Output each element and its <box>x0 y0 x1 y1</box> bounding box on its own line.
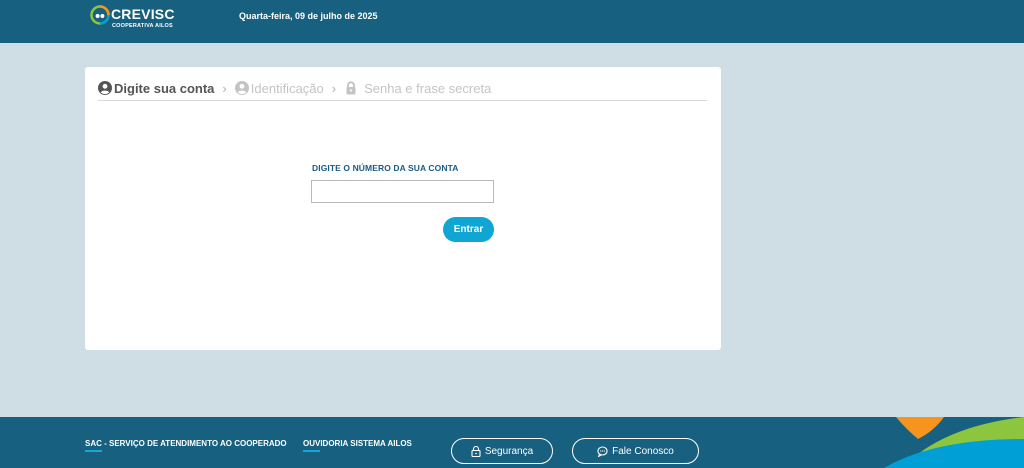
login-steps: Digite sua conta › Identificação › Senha… <box>98 76 707 101</box>
current-date: Quarta-feira, 09 de julho de 2025 <box>239 11 378 21</box>
top-header: CREVISC COOPERATIVA AILOS Quarta-feira, … <box>0 0 1024 43</box>
step-identification: Identificação <box>234 80 324 96</box>
lock-icon <box>471 445 481 457</box>
step-account-label: Digite sua conta <box>114 80 215 96</box>
step-password-label: Senha e frase secreta <box>364 80 492 96</box>
footer: SAC - SERVIÇO DE ATENDIMENTO AO COOPERAD… <box>0 417 1024 468</box>
step-password: Senha e frase secreta <box>344 81 491 96</box>
crevisc-logo[interactable]: CREVISC COOPERATIVA AILOS <box>90 5 180 31</box>
ouvidoria-link-underline <box>303 450 320 452</box>
crevisc-logo-icon <box>90 5 110 25</box>
account-number-input[interactable] <box>311 180 494 203</box>
contact-button-label: Fale Conosco <box>612 445 674 457</box>
account-number-label: DIGITE O NÚMERO DA SUA CONTA <box>312 163 459 173</box>
step-identification-label: Identificação <box>250 80 324 96</box>
security-button-label: Segurança <box>484 445 534 457</box>
brand-subtitle: COOPERATIVA AILOS <box>112 23 173 29</box>
user-circle-icon <box>98 81 112 95</box>
brand-name: CREVISC <box>111 6 175 22</box>
footer-decoration <box>884 417 1024 468</box>
security-button[interactable]: Segurança <box>451 438 553 464</box>
user-circle-icon <box>234 81 249 95</box>
chat-bubble-icon <box>597 445 608 457</box>
enter-button[interactable]: Entrar <box>443 217 494 242</box>
sac-link[interactable]: SAC - SERVIÇO DE ATENDIMENTO AO COOPERAD… <box>85 439 287 448</box>
contact-button[interactable]: Fale Conosco <box>572 438 699 464</box>
sac-link-underline <box>85 450 102 452</box>
step-separator-icon: › <box>331 80 337 96</box>
step-separator-icon: › <box>222 80 227 96</box>
login-card: Digite sua conta › Identificação › Senha… <box>85 67 721 350</box>
step-account: Digite sua conta <box>98 81 214 96</box>
ouvidoria-link[interactable]: OUVIDORIA SISTEMA AILOS <box>303 439 412 448</box>
lock-icon <box>346 81 356 95</box>
